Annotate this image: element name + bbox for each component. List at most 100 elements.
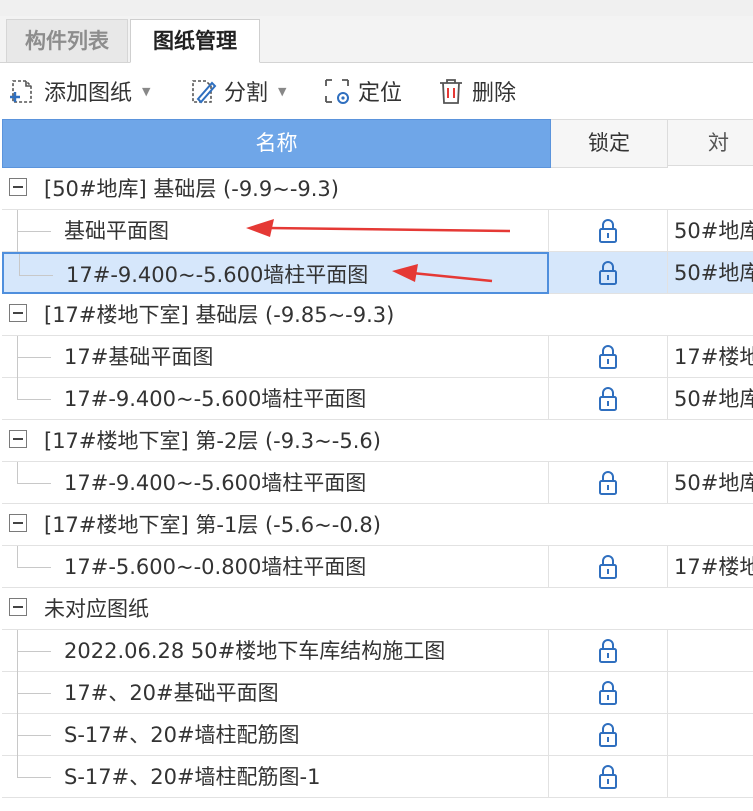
lock-icon[interactable] (595, 554, 621, 580)
add-drawing-button[interactable]: 添加图纸 ▼ (8, 72, 150, 110)
lock-cell (549, 546, 668, 588)
tree-drawing-row[interactable]: 2022.06.28 50#楼地下车库结构施工图 (2, 630, 753, 672)
lock-cell (549, 462, 668, 504)
locate-label: 定位 (358, 81, 403, 106)
delete-button[interactable]: 删除 (436, 72, 516, 110)
ref-cell: 17#楼地 (668, 546, 753, 588)
tree-connector-branch (17, 357, 51, 358)
split-dropdown-icon[interactable]: ▼ (278, 85, 286, 98)
tree-drawing-row[interactable]: 17#-9.400~-5.600墙柱平面图 50#地库 (2, 462, 753, 504)
tree-drawing-row[interactable]: 17#-5.600~-0.800墙柱平面图 17#楼地 (2, 546, 753, 588)
tree-group-row[interactable]: [50#地库] 基础层 (-9.9~-9.3) (2, 168, 753, 210)
collapse-minus-icon[interactable] (9, 178, 27, 196)
tree-group-row[interactable]: [17#楼地下室] 第-2层 (-9.3~-5.6) (2, 420, 753, 462)
lock-cell (549, 210, 668, 252)
trash-icon (440, 79, 462, 104)
lock-cell (549, 378, 668, 420)
grid-header: 名称 锁定 対 (2, 119, 753, 168)
tree-connector-branch (17, 735, 51, 736)
drawing-name-cell[interactable]: 17#、20#基础平面图 (2, 672, 549, 714)
lock-cell (549, 714, 668, 756)
drawing-name: S-17#、20#墙柱配筋图 (64, 723, 300, 747)
lock-icon[interactable] (595, 260, 621, 286)
ref-cell: 50#地库 (668, 378, 753, 420)
drawing-name-cell[interactable]: 2022.06.28 50#楼地下车库结构施工图 (2, 630, 549, 672)
collapse-minus-icon[interactable] (9, 304, 27, 322)
lock-icon[interactable] (595, 386, 621, 412)
tree-group-row[interactable]: [17#楼地下室] 第-1层 (-5.6~-0.8) (2, 504, 753, 546)
ref-floor-text: 17#楼地 (674, 345, 753, 369)
tree-drawing-row[interactable]: S-17#、20#墙柱配筋图 (2, 714, 753, 756)
locate-icon (325, 79, 349, 104)
lock-cell (549, 252, 668, 294)
drawing-name: 17#基础平面图 (64, 345, 214, 369)
tree-group-row[interactable]: [17#楼地下室] 基础层 (-9.85~-9.3) (2, 294, 753, 336)
add-drawing-label: 添加图纸 (44, 81, 133, 106)
tab-drawing-management[interactable]: 图纸管理 (130, 19, 260, 63)
group-label: [17#楼地下室] 基础层 (-9.85~-9.3) (44, 303, 395, 327)
tree-connector-line (17, 462, 18, 483)
drawing-name-cell[interactable]: 17#-9.400~-5.600墙柱平面图 (2, 462, 549, 504)
toolbar: 添加图纸 ▼ 分割 ▼ 定位 删除 (0, 63, 753, 119)
split-button[interactable]: 分割 ▼ (188, 72, 286, 110)
drawing-name-cell[interactable]: 17#基础平面图 (2, 336, 549, 378)
lock-icon[interactable] (595, 680, 621, 706)
tree-drawing-row[interactable]: 基础平面图 50#地库 (2, 210, 753, 252)
lock-cell (549, 672, 668, 714)
locate-button[interactable]: 定位 (322, 72, 402, 110)
tree-connector-branch (17, 651, 51, 652)
group-label: [17#楼地下室] 第-2层 (-9.3~-5.6) (44, 429, 381, 453)
drawing-name-cell[interactable]: 17#-9.400~-5.600墙柱平面图 (2, 252, 549, 294)
tree-connector-branch (17, 483, 51, 484)
tree-connector-line (19, 254, 20, 275)
column-header-name[interactable]: 名称 (2, 119, 551, 168)
tree-connector-line (17, 756, 18, 777)
drawing-name-cell[interactable]: S-17#、20#墙柱配筋图-1 (2, 756, 549, 798)
tree-connector-branch (17, 399, 51, 400)
drawing-name-cell[interactable]: 17#-5.600~-0.800墙柱平面图 (2, 546, 549, 588)
tree-group-row[interactable]: 未对应图纸 (2, 588, 753, 630)
ref-cell (668, 630, 753, 672)
tree-drawing-row[interactable]: 17#基础平面图 17#楼地 (2, 336, 753, 378)
tree-connector-line (17, 378, 18, 399)
split-icon (192, 80, 217, 104)
lock-icon[interactable] (595, 218, 621, 244)
drawing-name-cell[interactable]: 17#-9.400~-5.600墙柱平面图 (2, 378, 549, 420)
add-drawing-dropdown-icon[interactable]: ▼ (142, 85, 150, 98)
lock-cell (549, 336, 668, 378)
lock-icon[interactable] (595, 764, 621, 790)
drawing-name: 17#-9.400~-5.600墙柱平面图 (66, 263, 369, 287)
tree-connector-line (17, 546, 18, 567)
drawing-name-cell[interactable]: 基础平面图 (2, 210, 549, 252)
ref-cell (668, 756, 753, 798)
tree-drawing-row[interactable]: 17#-9.400~-5.600墙柱平面图 50#地库 (2, 252, 753, 294)
drawing-name: S-17#、20#墙柱配筋图-1 (64, 765, 321, 789)
drawing-name: 17#-9.400~-5.600墙柱平面图 (64, 387, 367, 411)
tree-connector-branch (19, 275, 53, 276)
window-top-strip (0, 0, 753, 17)
collapse-minus-icon[interactable] (9, 430, 27, 448)
drawing-name: 2022.06.28 50#楼地下车库结构施工图 (64, 639, 446, 663)
collapse-minus-icon[interactable] (9, 514, 27, 532)
column-header-lock[interactable]: 锁定 (551, 119, 668, 168)
tree-drawing-row[interactable]: 17#-9.400~-5.600墙柱平面图 50#地库 (2, 378, 753, 420)
tree-drawing-row[interactable]: 17#、20#基础平面图 (2, 672, 753, 714)
drawing-name-cell[interactable]: S-17#、20#墙柱配筋图 (2, 714, 549, 756)
lock-icon[interactable] (595, 344, 621, 370)
collapse-minus-icon[interactable] (9, 598, 27, 616)
lock-icon[interactable] (595, 722, 621, 748)
ref-floor-text: 50#地库 (674, 219, 753, 243)
tab-bar: 构件列表 图纸管理 (0, 16, 753, 63)
ref-floor-text: 17#楼地 (674, 555, 753, 579)
ref-cell: 50#地库 (668, 462, 753, 504)
lock-cell (549, 756, 668, 798)
add-drawing-icon (10, 80, 32, 103)
tree-drawing-row[interactable]: S-17#、20#墙柱配筋图-1 (2, 756, 753, 798)
drawing-name: 基础平面图 (64, 219, 169, 243)
group-label: [17#楼地下室] 第-1层 (-5.6~-0.8) (44, 513, 381, 537)
column-header-ref[interactable]: 対 (668, 119, 753, 166)
lock-icon[interactable] (595, 470, 621, 496)
lock-icon[interactable] (595, 638, 621, 664)
ref-floor-text: 50#地库 (674, 387, 753, 411)
tab-component-list[interactable]: 构件列表 (6, 19, 128, 62)
